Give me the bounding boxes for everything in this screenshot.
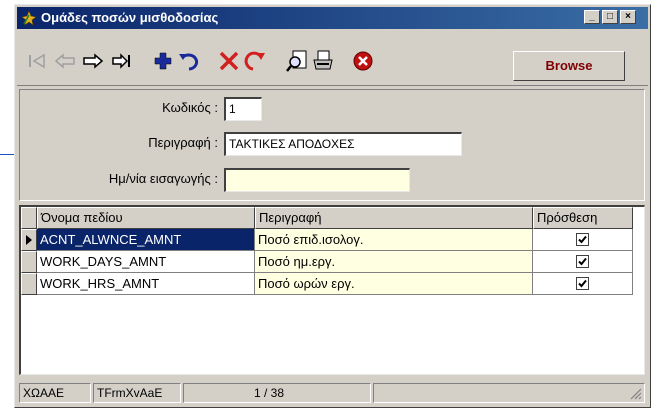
first-record-icon[interactable] [25,49,49,73]
title-bar[interactable]: Ομάδες ποσών μισθοδοσίας _ □ × [17,7,648,29]
size-grip-icon[interactable] [628,386,642,400]
entry-date-label: Ημ/νία εισαγωγής : [108,171,218,186]
fields-grid[interactable]: Όνομα πεδίου Περιγραφή Πρόσθεση ACNT_ALW… [19,205,645,375]
add-record-icon[interactable] [151,49,175,73]
column-header-field[interactable]: Όνομα πεδίου [37,207,255,229]
row-indicator[interactable] [21,273,37,295]
refresh-icon[interactable] [177,49,201,73]
column-header-description[interactable]: Περιγραφή [255,207,533,229]
description-input[interactable]: ΤΑΚΤΙΚΕΣ ΑΠΟΔΟΧΕΣ [224,132,462,156]
browse-button[interactable]: Browse [513,51,625,81]
column-header-add[interactable]: Πρόσθεση [533,207,633,229]
minimize-button[interactable]: _ [584,10,600,24]
status-panel-extra [373,383,645,403]
status-panel-record: 1 / 38 [183,383,371,403]
toolbar: Browse [17,31,648,86]
maximize-button[interactable]: □ [602,10,618,24]
table-row-description[interactable]: Ποσό επιδ.ισολογ. [255,229,533,251]
table-row-field[interactable]: ACNT_ALWNCE_AMNT [37,229,255,251]
status-panel-company: ΧΩΑΑΕ [19,383,91,403]
description-label: Περιγραφή : [148,135,218,150]
status-bar: ΧΩΑΑΕ TFrmXvAaE 1 / 38 [17,381,648,405]
form-window: Ομάδες ποσών μισθοδοσίας _ □ × Browse Κω… [14,4,651,408]
prior-record-icon[interactable] [53,49,77,73]
entry-date-input[interactable] [224,168,410,192]
table-row-description[interactable]: Ποσό ωρών εργ. [255,273,533,295]
grid-corner [21,207,37,229]
print-icon[interactable] [311,49,335,73]
add-checkbox[interactable] [533,273,633,295]
row-indicator[interactable] [21,229,37,251]
close-form-icon[interactable] [351,49,375,73]
delete-record-icon[interactable] [217,49,241,73]
window-title: Ομάδες ποσών μισθοδοσίας [41,10,219,25]
code-label: Κωδικός : [162,100,218,115]
table-row-field[interactable]: WORK_HRS_AMNT [37,273,255,295]
app-icon [21,10,37,26]
close-button[interactable]: × [620,10,636,24]
record-form: Κωδικός : 1 Περιγραφή : ΤΑΚΤΙΚΕΣ ΑΠΟΔΟΧΕ… [19,89,645,201]
undo-icon[interactable] [243,49,267,73]
row-indicator[interactable] [21,251,37,273]
preview-icon[interactable] [285,49,309,73]
add-checkbox[interactable] [533,251,633,273]
table-row-field[interactable]: WORK_DAYS_AMNT [37,251,255,273]
status-panel-form: TFrmXvAaE [93,383,181,403]
add-checkbox[interactable] [533,229,633,251]
table-row-description[interactable]: Ποσό ημ.εργ. [255,251,533,273]
last-record-icon[interactable] [109,49,133,73]
next-record-icon[interactable] [81,49,105,73]
code-input[interactable]: 1 [224,97,262,121]
